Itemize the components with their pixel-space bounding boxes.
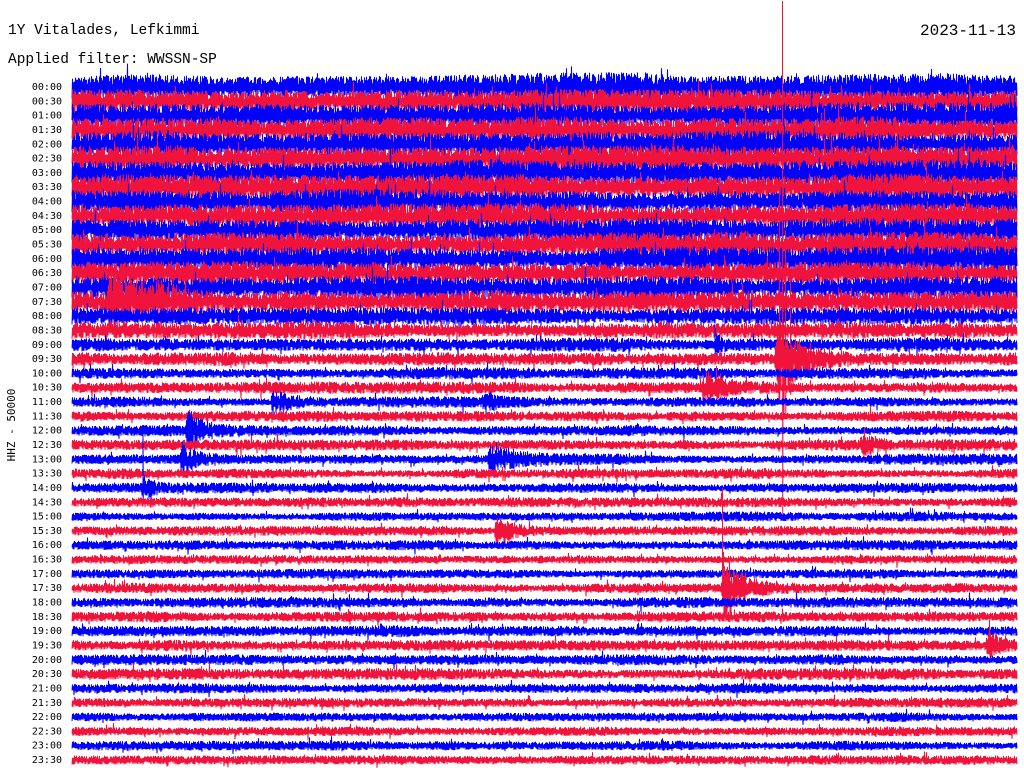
trace-19-00 — [71, 622, 1018, 642]
row-label-09-30: 09:30 — [32, 354, 62, 365]
row-label-15-00: 15:00 — [32, 512, 62, 523]
row-label-17-00: 17:00 — [32, 569, 62, 580]
row-label-06-00: 06:00 — [32, 254, 62, 265]
trace-16-30 — [71, 552, 1018, 568]
channel-scale-label: HHZ - 50000 — [5, 389, 18, 462]
trace-13-30 — [71, 464, 1018, 483]
row-label-01-30: 01:30 — [32, 125, 62, 136]
trace-22-00 — [71, 708, 1018, 725]
row-label-22-30: 22:30 — [32, 726, 62, 737]
seismogram-plot: HHZ - 50000 00:00 00:30 01:00 01:30 02:00 02:… — [5, 1, 1018, 768]
trace-22-30 — [71, 722, 1018, 740]
trace-16-00 — [71, 536, 1018, 555]
row-label-09-00: 09:00 — [32, 340, 62, 351]
row-label-10-30: 10:30 — [32, 383, 62, 394]
station-title: 1Y Vitalades, Lefkimmi — [8, 23, 200, 39]
row-label-22-00: 22:00 — [32, 712, 62, 723]
row-label-02-30: 02:30 — [32, 154, 62, 165]
row-label-20-30: 20:30 — [32, 669, 62, 680]
row-label-19-30: 19:30 — [32, 640, 62, 651]
date-label: 2023-11-13 — [919, 22, 1016, 40]
traces-group — [71, 1, 1018, 768]
row-label-15-30: 15:30 — [32, 526, 62, 537]
trace-23-30 — [71, 751, 1018, 768]
row-label-13-00: 13:00 — [32, 454, 62, 465]
row-label-17-30: 17:30 — [32, 583, 62, 594]
row-label-11-00: 11:00 — [32, 397, 62, 408]
row-label-19-00: 19:00 — [32, 626, 62, 637]
trace-20-30 — [71, 663, 1018, 683]
row-labels-group: 00:00 00:30 01:00 01:30 02:00 02:30 03:00 03:30… — [32, 82, 62, 766]
row-label-21-30: 21:30 — [32, 698, 62, 709]
row-label-03-30: 03:30 — [32, 182, 62, 193]
row-label-12-30: 12:30 — [32, 440, 62, 451]
row-label-05-00: 05:00 — [32, 225, 62, 236]
trace-20-00 — [71, 650, 1018, 670]
trace-19-30 — [71, 619, 1018, 659]
row-label-02-00: 02:00 — [32, 139, 62, 150]
trace-14-30 — [71, 492, 1018, 511]
row-label-16-30: 16:30 — [32, 555, 62, 566]
trace-18-00 — [71, 592, 1018, 613]
row-label-10-00: 10:00 — [32, 368, 62, 379]
trace-18-30 — [71, 607, 1018, 626]
trace-17-00 — [71, 565, 1018, 583]
trace-23-00 — [71, 736, 1018, 754]
row-label-01-00: 01:00 — [32, 111, 62, 122]
row-label-03-00: 03:00 — [32, 168, 62, 179]
row-label-23-30: 23:30 — [32, 755, 62, 766]
row-label-12-00: 12:00 — [32, 426, 62, 437]
trace-11-00 — [71, 390, 1018, 417]
row-label-08-30: 08:30 — [32, 325, 62, 336]
row-label-14-30: 14:30 — [32, 497, 62, 508]
row-label-20-00: 20:00 — [32, 655, 62, 666]
row-label-13-30: 13:30 — [32, 469, 62, 480]
row-label-07-00: 07:00 — [32, 282, 62, 293]
row-label-04-00: 04:00 — [32, 197, 62, 208]
row-label-16-00: 16:00 — [32, 540, 62, 551]
row-label-18-00: 18:00 — [32, 598, 62, 609]
row-label-04-30: 04:30 — [32, 211, 62, 222]
row-label-21-00: 21:00 — [32, 683, 62, 694]
trace-21-00 — [71, 679, 1018, 698]
trace-15-30 — [71, 518, 1018, 545]
row-label-18-30: 18:30 — [32, 612, 62, 623]
trace-21-30 — [71, 694, 1018, 711]
filter-label: Applied filter: WWSSN-SP — [8, 52, 217, 68]
helicorder-chart: 1Y Vitalades, Lefkimmi 2023-11-13 Applie… — [0, 0, 1024, 780]
row-label-14-00: 14:00 — [32, 483, 62, 494]
row-label-11-30: 11:30 — [32, 411, 62, 422]
row-label-05-30: 05:30 — [32, 240, 62, 251]
trace-11-30 — [71, 406, 1018, 425]
trace-15-00 — [71, 507, 1018, 524]
row-label-00-00: 00:00 — [32, 82, 62, 93]
row-label-08-00: 08:00 — [32, 311, 62, 322]
row-label-23-00: 23:00 — [32, 741, 62, 752]
row-label-00-30: 00:30 — [32, 96, 62, 107]
row-label-06-30: 06:30 — [32, 268, 62, 279]
row-label-07-30: 07:30 — [32, 297, 62, 308]
